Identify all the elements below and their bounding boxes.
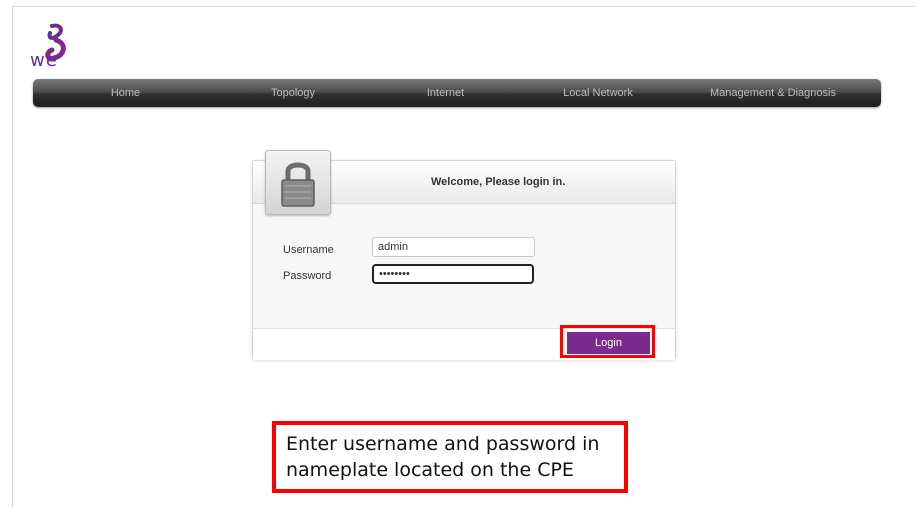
lock-tile xyxy=(265,150,331,215)
main-nav: Home Topology Internet Local Network Man… xyxy=(33,79,881,107)
welcome-message: Welcome, Please login in. xyxy=(431,176,566,188)
username-label: Username xyxy=(283,244,334,256)
logo-text: we xyxy=(30,50,58,71)
nav-topology[interactable]: Topology xyxy=(218,87,368,99)
password-label: Password xyxy=(283,270,332,282)
username-input[interactable] xyxy=(372,237,535,257)
annotation-callout: Enter username and password in nameplate… xyxy=(272,421,628,493)
nav-home[interactable]: Home xyxy=(33,87,218,99)
login-button-highlight xyxy=(560,325,655,358)
lock-icon xyxy=(281,162,315,207)
nav-management-diagnosis[interactable]: Management & Diagnosis xyxy=(673,87,873,99)
nav-local-network[interactable]: Local Network xyxy=(523,87,673,99)
password-input[interactable] xyxy=(372,264,534,284)
nav-internet[interactable]: Internet xyxy=(368,87,523,99)
annotation-text: Enter username and password in nameplate… xyxy=(286,433,600,481)
